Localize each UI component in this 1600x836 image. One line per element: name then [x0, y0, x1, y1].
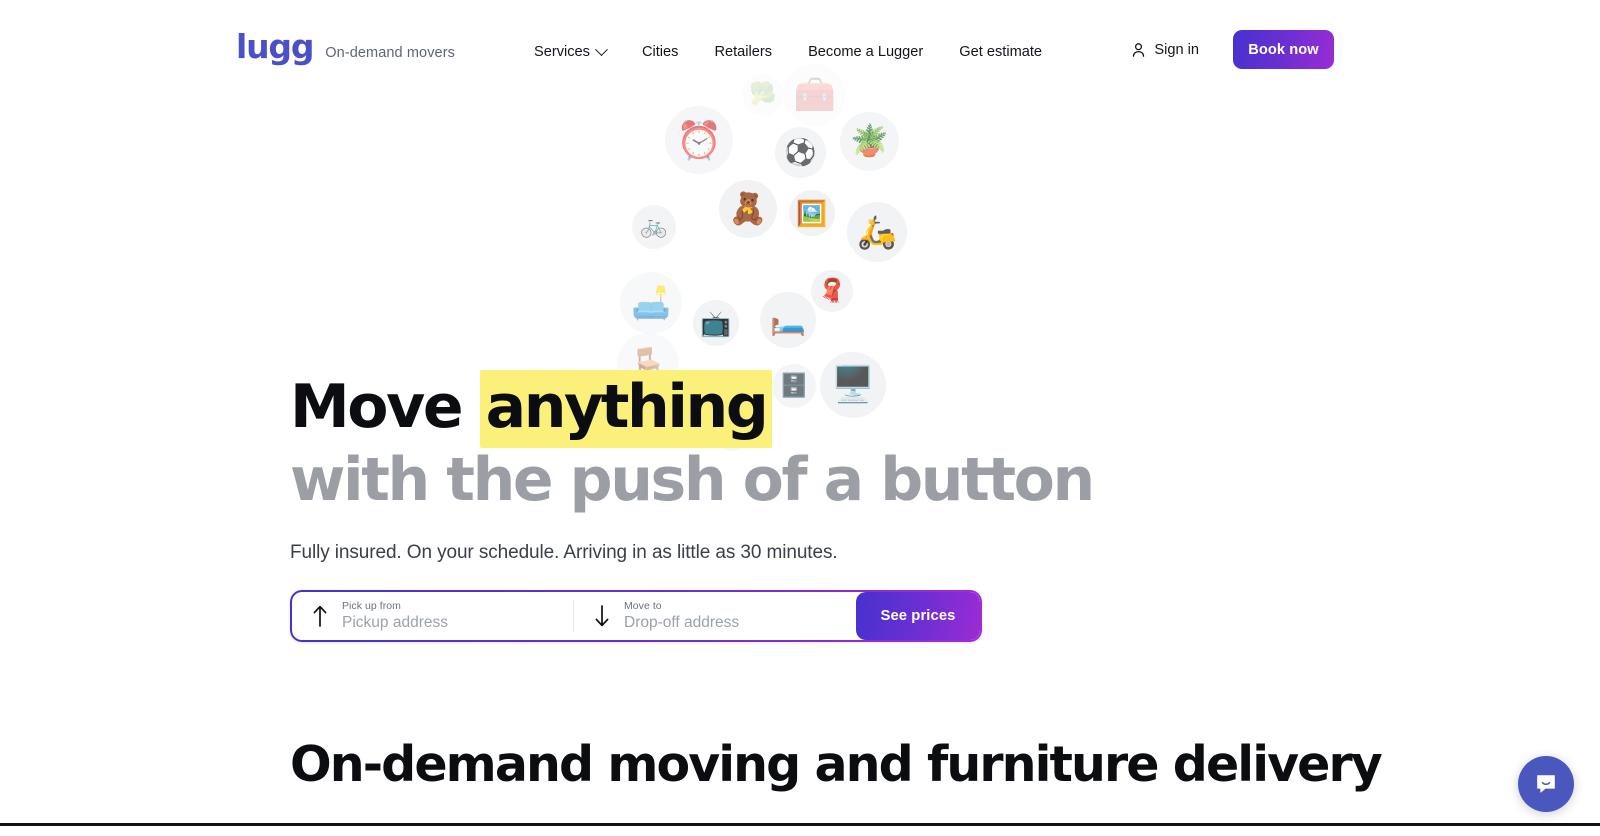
sign-in-label: Sign in: [1154, 41, 1199, 58]
sign-in-link[interactable]: Sign in: [1131, 42, 1199, 58]
dropoff-address-input[interactable]: [624, 613, 854, 632]
dropoff-field-group[interactable]: Move to: [574, 592, 856, 640]
main-navigation: Services Cities Retailers Become a Lugge…: [516, 39, 1060, 66]
nav-item-become-a-lugger[interactable]: Become a Lugger: [790, 39, 941, 66]
framed-picture-emoji: 🖼️: [789, 190, 835, 236]
bottom-divider: [0, 823, 1600, 826]
tire-wheel-emoji: 🛵: [847, 202, 907, 262]
header-actions: Sign in Book now: [1131, 30, 1334, 69]
bicycle-emoji: 🚲: [632, 205, 676, 249]
nav-label-services: Services: [534, 44, 590, 60]
lugg-logo[interactable]: lugg: [236, 30, 314, 63]
book-now-button[interactable]: Book now: [1233, 30, 1334, 69]
nav-item-retailers[interactable]: Retailers: [696, 39, 790, 66]
pickup-field-texts: Pick up from: [342, 600, 572, 632]
couch-emoji: 🛋️: [620, 272, 682, 334]
brand[interactable]: lugg On-demand movers: [236, 30, 455, 63]
user-icon: [1133, 42, 1145, 57]
hero-headline-prefix: Move: [290, 372, 480, 442]
hero-subtitle: Fully insured. On your schedule. Arrivin…: [290, 542, 838, 563]
booking-search-form: Pick up from Move to See prices: [290, 590, 982, 642]
pickup-field-group[interactable]: Pick up from: [292, 592, 573, 640]
chevron-down-icon: [595, 43, 608, 56]
site-header: lugg On-demand movers Services Cities Re…: [0, 0, 1600, 100]
arrow-up-icon: [309, 603, 331, 629]
alarm-clock-emoji: ⏰: [665, 106, 733, 174]
nav-item-services[interactable]: Services: [516, 39, 624, 66]
section-heading: On-demand moving and furniture delivery: [290, 736, 1383, 793]
bed-emoji: 🛏️: [760, 292, 816, 348]
see-prices-button[interactable]: See prices: [856, 592, 980, 640]
soccer-ball-emoji: ⚽: [775, 127, 826, 178]
pickup-label: Pick up from: [342, 600, 401, 612]
booking-form-inner: Pick up from Move to See prices: [292, 592, 980, 640]
hero-headline-highlight: anything: [479, 370, 773, 448]
chat-bubble-icon: [1537, 775, 1555, 793]
nav-item-get-estimate[interactable]: Get estimate: [941, 39, 1060, 66]
brand-tagline: On-demand movers: [325, 45, 455, 61]
television-emoji: 📺: [693, 300, 739, 346]
arrow-down-icon: [591, 603, 613, 629]
pickup-address-input[interactable]: [342, 613, 572, 632]
dropoff-label: Move to: [624, 600, 662, 612]
potted-plant-emoji: 🪴: [840, 112, 899, 171]
dropoff-field-texts: Move to: [624, 600, 854, 632]
page-root: 🥦🧰⏰⚽🪴🧸🖼️🛵🚲🛋️📺🛏️🧣🪑🗄️🖥️🛍️ lugg On-demand m…: [0, 0, 1600, 836]
hero-section: Move anything with the push of a button …: [290, 370, 1310, 564]
hero-headline-line2: with the push of a button: [290, 445, 1095, 515]
owl-figure-emoji: 🧣: [811, 270, 853, 312]
hero-headline: Move anything: [290, 370, 1310, 448]
chat-launcher-button[interactable]: [1518, 756, 1574, 812]
teddy-bear-emoji: 🧸: [719, 180, 777, 238]
nav-item-cities[interactable]: Cities: [624, 39, 697, 66]
